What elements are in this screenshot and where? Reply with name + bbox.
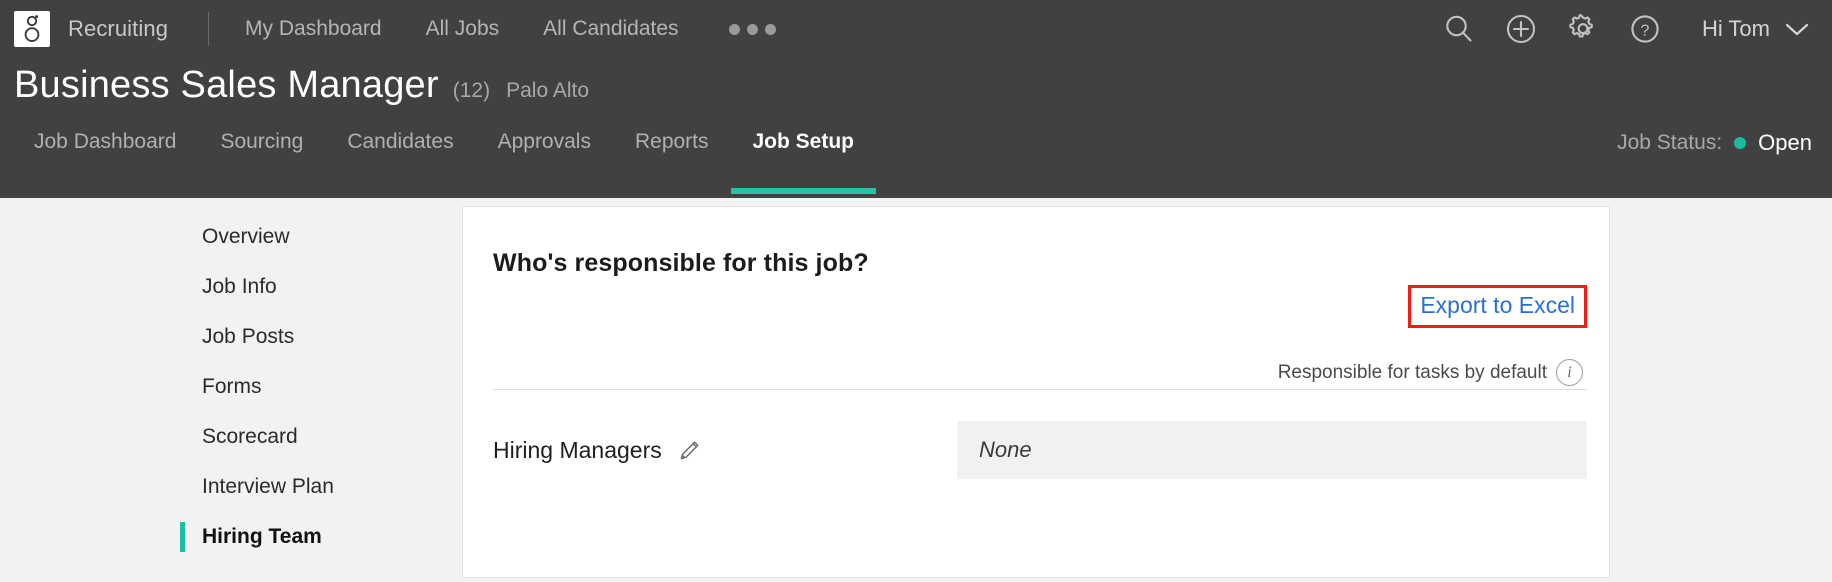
sidebar-item-job-info[interactable]: Job Info: [0, 262, 462, 312]
card-heading: Who's responsible for this job?: [493, 249, 869, 277]
page-title: Business Sales Manager: [14, 64, 439, 106]
sidebar-item-hiring-team[interactable]: Hiring Team: [0, 512, 462, 562]
job-header: Business Sales Manager (12) Palo Alto: [0, 58, 1832, 122]
job-status-label: Job Status:: [1617, 131, 1723, 154]
sidebar-item-label: Forms: [202, 375, 262, 398]
search-icon[interactable]: [1428, 0, 1490, 58]
job-location: Palo Alto: [506, 79, 590, 102]
export-to-excel-link[interactable]: Export to Excel: [1420, 292, 1575, 319]
nav-item-all-jobs[interactable]: All Jobs: [426, 17, 500, 41]
nav-item-all-candidates[interactable]: All Candidates: [543, 17, 678, 41]
hiring-managers-label-group: Hiring Managers: [493, 421, 957, 465]
active-indicator-bar: [180, 522, 185, 552]
active-indicator-bar: [180, 322, 185, 352]
sidebar-item-label: Scorecard: [202, 425, 298, 448]
active-indicator-bar: [180, 472, 185, 502]
pencil-icon[interactable]: [675, 435, 705, 465]
main-content: Who's responsible for this job? Export t…: [462, 198, 1832, 582]
header-actions: ? Hi Tom: [1428, 0, 1810, 58]
brand-link[interactable]: Recruiting: [68, 16, 168, 42]
user-menu[interactable]: Hi Tom: [1702, 16, 1810, 42]
section-divider: [493, 389, 1587, 390]
tab-reports[interactable]: Reports: [613, 122, 731, 186]
ellipsis-dot: [728, 23, 740, 35]
sidebar-item-interview-plan[interactable]: Interview Plan: [0, 462, 462, 512]
sidebar-item-label: Hiring Team: [202, 525, 322, 548]
status-dot-icon: [1734, 137, 1747, 149]
sidebar-item-scorecard[interactable]: Scorecard: [0, 412, 462, 462]
default-responsibility-note: Responsible for tasks by default i: [1278, 359, 1583, 386]
tab-approvals[interactable]: Approvals: [476, 122, 613, 186]
export-red-outline: Export to Excel: [1408, 285, 1587, 328]
hiring-team-card: Who's responsible for this job? Export t…: [462, 206, 1610, 578]
question-circle-icon[interactable]: ?: [1614, 0, 1676, 58]
tab-sourcing[interactable]: Sourcing: [198, 122, 325, 186]
page-body: Overview Job Info Job Posts Forms Scorec…: [0, 198, 1832, 582]
greenhouse-g-logo-icon[interactable]: [14, 11, 50, 47]
export-highlight-annotation: Export to Excel: [1408, 285, 1587, 328]
sidebar-item-label: Interview Plan: [202, 475, 334, 498]
info-circle-icon[interactable]: i: [1556, 359, 1583, 386]
active-indicator-bar: [180, 272, 185, 302]
active-indicator-bar: [180, 422, 185, 452]
table-row: Hiring Managers None: [493, 421, 1587, 479]
chevron-down-icon: [1785, 23, 1809, 36]
tab-candidates[interactable]: Candidates: [325, 122, 475, 186]
default-responsibility-label: Responsible for tasks by default: [1277, 361, 1547, 383]
active-indicator-bar: [180, 222, 185, 252]
sidebar-item-forms[interactable]: Forms: [0, 362, 462, 412]
sidebar-item-label: Overview: [202, 225, 290, 248]
plus-circle-icon[interactable]: [1490, 0, 1552, 58]
gear-icon[interactable]: [1552, 0, 1614, 58]
nav-item-my-dashboard[interactable]: My Dashboard: [245, 17, 382, 41]
sidebar-item-label: Job Info: [202, 275, 277, 298]
active-indicator-bar: [180, 372, 185, 402]
tab-job-setup[interactable]: Job Setup: [730, 122, 877, 194]
job-tabs: Job Dashboard Sourcing Candidates Approv…: [0, 122, 1832, 194]
job-setup-sidebar: Overview Job Info Job Posts Forms Scorec…: [0, 198, 462, 582]
ellipsis-dot: [764, 23, 776, 35]
tab-job-dashboard[interactable]: Job Dashboard: [12, 122, 198, 186]
global-navigation: Recruiting My Dashboard All Jobs All Can…: [0, 0, 1832, 58]
svg-text:?: ?: [1640, 22, 1649, 39]
hiring-managers-value[interactable]: None: [957, 421, 1587, 479]
ellipsis-icon[interactable]: [728, 23, 776, 35]
sidebar-item-label: Job Posts: [202, 325, 295, 348]
top-header: Recruiting My Dashboard All Jobs All Can…: [0, 0, 1832, 198]
job-openings-count: (12): [452, 79, 491, 102]
sidebar-item-overview[interactable]: Overview: [0, 212, 462, 262]
job-status: Job Status: Open: [1617, 130, 1812, 156]
sidebar-item-job-posts[interactable]: Job Posts: [0, 312, 462, 362]
status-badge[interactable]: Open: [1758, 130, 1812, 156]
nav-divider: [208, 12, 210, 46]
hiring-managers-label: Hiring Managers: [493, 436, 662, 463]
ellipsis-dot: [746, 23, 758, 35]
user-greeting-label: Hi Tom: [1701, 16, 1770, 41]
